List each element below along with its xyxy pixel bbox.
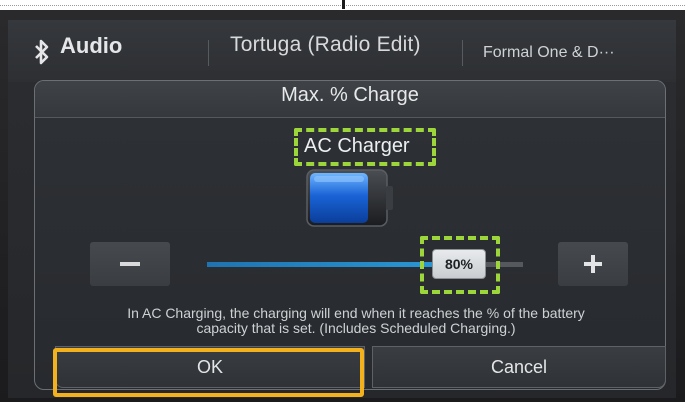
track-title: Tortuga (Radio Edit): [230, 33, 421, 56]
cancel-button[interactable]: Cancel: [372, 346, 666, 388]
charge-value-label: 80%: [444, 256, 474, 272]
decrease-button[interactable]: [90, 242, 170, 286]
charging-info-text: In AC Charging, the charging will end wh…: [52, 306, 660, 336]
increase-button[interactable]: [558, 242, 628, 286]
plus-icon: [591, 255, 595, 273]
artist-name: Formal One & D···: [483, 44, 615, 61]
max-charge-dialog: [34, 80, 666, 390]
info-line: In AC Charging, the charging will end wh…: [127, 305, 585, 321]
charger-type-label: AC Charger: [304, 135, 410, 157]
ok-button-highlight: [53, 348, 364, 397]
battery-icon: [306, 169, 393, 227]
minus-icon: [120, 262, 140, 266]
source-label[interactable]: Audio: [60, 33, 122, 59]
dialog-title: Max. % Charge: [281, 84, 419, 106]
status-separator: [208, 40, 209, 66]
info-line: capacity that is set. (Includes Schedule…: [196, 320, 516, 336]
bluetooth-icon: [35, 39, 49, 65]
status-separator: [462, 40, 463, 66]
charge-slider-knob[interactable]: 80%: [432, 249, 486, 279]
top-tick-mark: [342, 0, 345, 9]
